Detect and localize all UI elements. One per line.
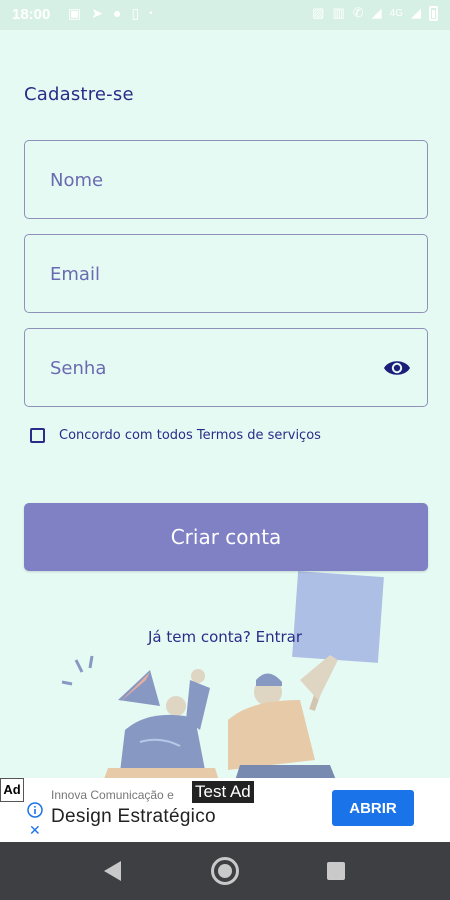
terms-label: Concordo com todos Termos de serviços bbox=[59, 428, 321, 443]
login-link[interactable]: Já tem conta? Entrar bbox=[0, 628, 450, 646]
battery-icon bbox=[429, 5, 438, 21]
password-input[interactable] bbox=[48, 329, 372, 408]
signal-icon-2: ◢ bbox=[411, 5, 421, 20]
name-input[interactable] bbox=[48, 141, 372, 220]
app-icon: ● bbox=[112, 5, 122, 21]
wifi-call-icon: ✆ bbox=[352, 5, 364, 20]
protest-illustration bbox=[61, 571, 384, 780]
dot-icon: • bbox=[149, 8, 153, 19]
terms-checkbox[interactable] bbox=[30, 428, 45, 443]
navigation-bar bbox=[0, 842, 450, 900]
terms-row[interactable]: Concordo com todos Termos de serviços bbox=[30, 428, 321, 443]
status-time: 18:00 bbox=[12, 6, 51, 23]
vibrate-icon: ▥ bbox=[332, 5, 345, 20]
email-field[interactable] bbox=[24, 234, 428, 314]
recents-icon[interactable] bbox=[327, 862, 345, 880]
home-icon[interactable] bbox=[211, 857, 239, 885]
ad-advertiser: Innova Comunicação e bbox=[51, 788, 174, 802]
sim-icon: ▯ bbox=[131, 5, 140, 21]
info-icon[interactable] bbox=[27, 802, 43, 818]
email-input[interactable] bbox=[48, 235, 372, 314]
create-account-button[interactable]: Criar conta bbox=[24, 503, 428, 571]
ad-open-button[interactable]: ABRIR bbox=[332, 790, 414, 826]
ad-badge: Ad bbox=[0, 778, 24, 802]
page-title: Cadastre-se bbox=[24, 84, 134, 105]
password-field[interactable] bbox=[24, 328, 428, 408]
status-bar: 18:00 ▣ ➤ ● ▯ • ▨ ▥ ✆ ◢ 4G ◢ bbox=[0, 0, 450, 30]
network-type: 4G bbox=[389, 7, 403, 19]
name-field[interactable] bbox=[24, 140, 428, 220]
signal-icon: ◢ bbox=[371, 5, 382, 20]
test-ad-label: Test Ad bbox=[192, 781, 254, 803]
eye-icon[interactable] bbox=[383, 357, 411, 379]
back-icon[interactable] bbox=[104, 861, 121, 881]
ad-title[interactable]: Design Estratégico bbox=[51, 806, 216, 828]
close-icon[interactable]: ✕ bbox=[29, 822, 41, 839]
image-icon: ▣ bbox=[68, 5, 82, 21]
telegram-icon: ➤ bbox=[91, 5, 103, 21]
nfc-icon: ▨ bbox=[312, 5, 325, 20]
